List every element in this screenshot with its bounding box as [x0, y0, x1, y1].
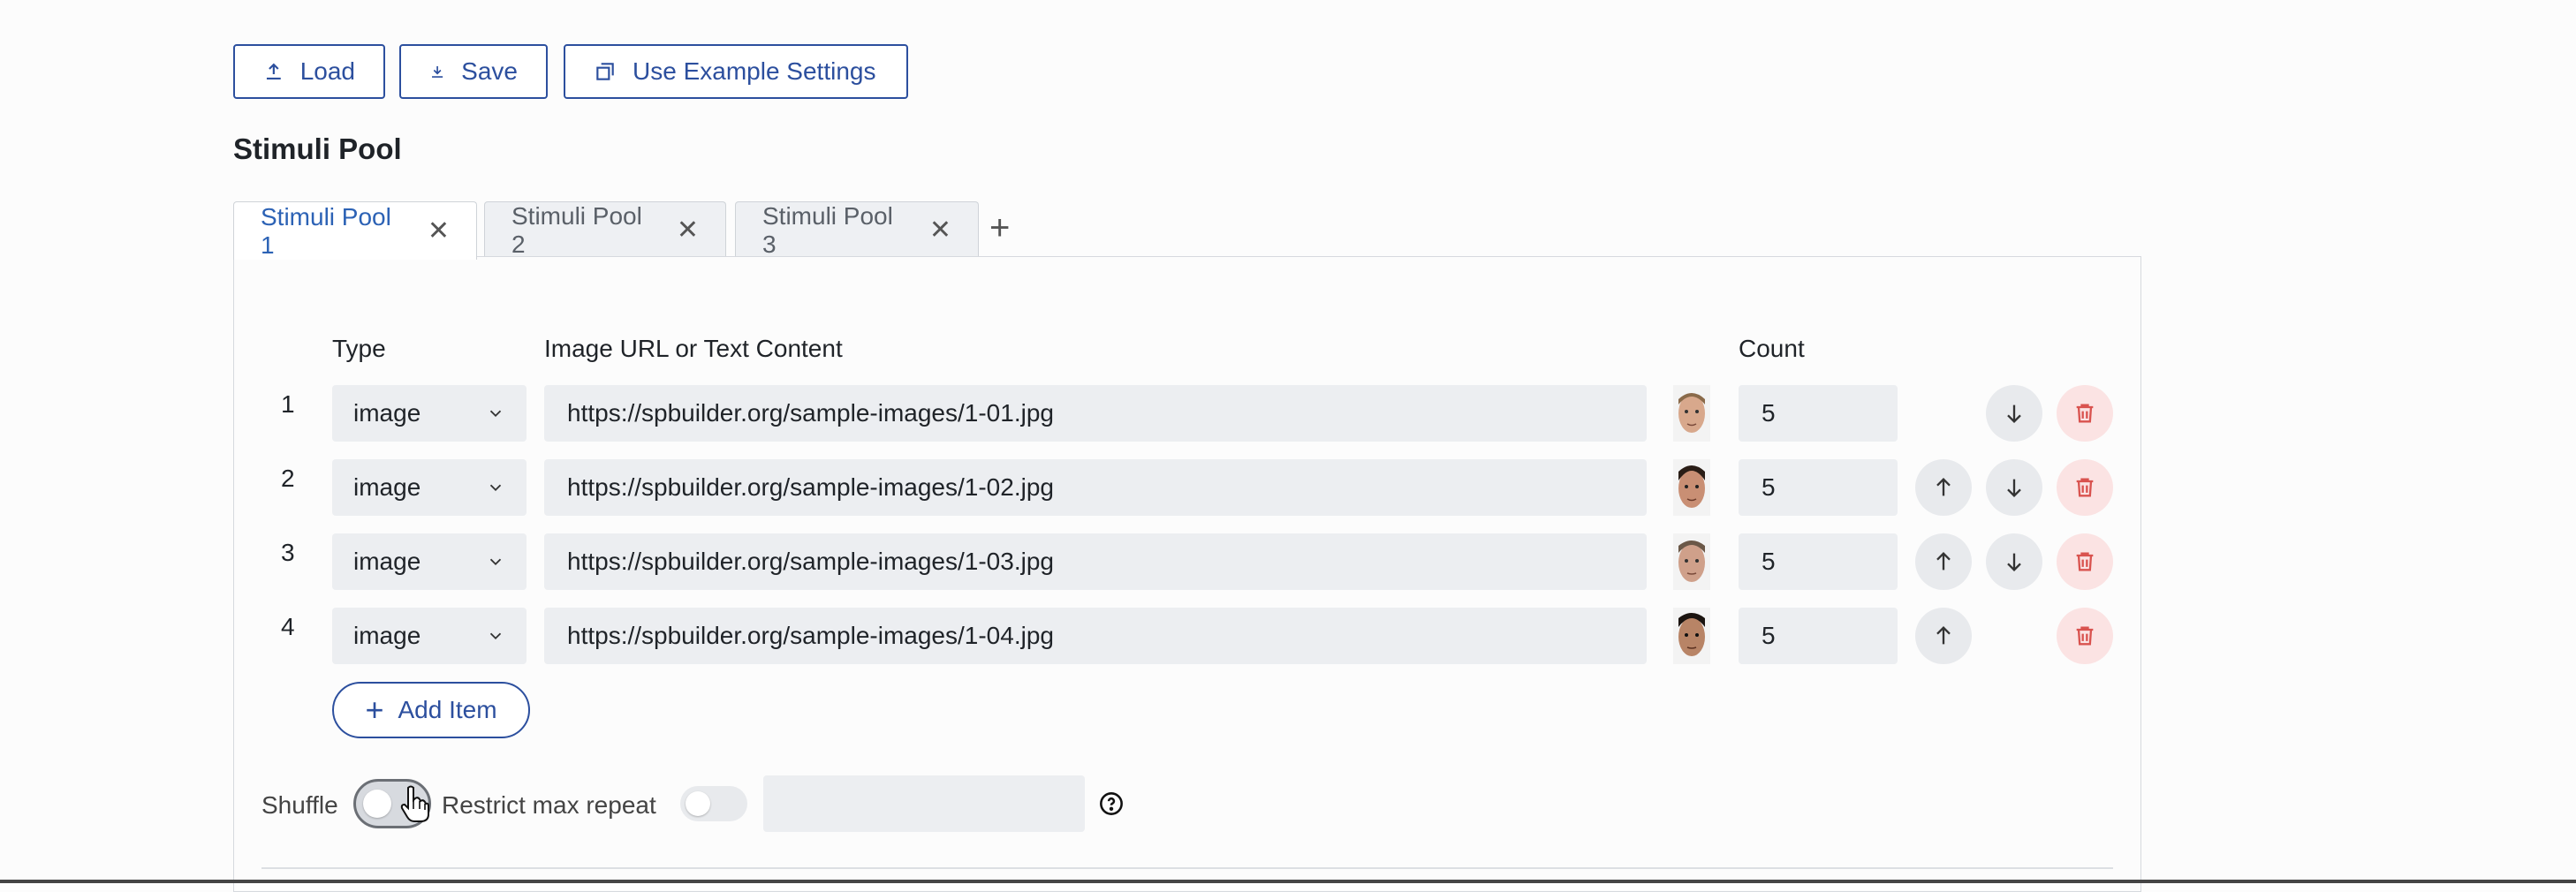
add-tab-icon[interactable]: + [989, 208, 1010, 248]
help-icon[interactable] [1099, 791, 1124, 816]
example-settings-label: Use Example Settings [633, 57, 876, 85]
tab-label: Stimuli Pool 2 [511, 201, 642, 258]
type-select-value: image [353, 399, 421, 427]
restrict-max-repeat-label: Restrict max repeat [442, 791, 656, 819]
chevron-down-icon [489, 410, 502, 418]
delete-button[interactable] [2057, 533, 2113, 590]
toggle-knob [686, 791, 710, 816]
arrow-down-icon [2007, 404, 2021, 423]
count-input[interactable]: 5 [1739, 459, 1898, 516]
arrow-up-icon [1936, 626, 1951, 645]
delete-button[interactable] [2057, 459, 2113, 516]
chevron-down-icon [489, 558, 502, 566]
column-header-content: Image URL or Text Content [544, 335, 843, 362]
close-icon[interactable]: ✕ [428, 215, 450, 246]
row-number: 4 [281, 613, 295, 640]
move-up-button[interactable] [1915, 459, 1972, 516]
chevron-down-icon [489, 632, 502, 640]
count-input[interactable]: 5 [1739, 608, 1898, 664]
row-number: 3 [281, 539, 295, 566]
tab-label: Stimuli Pool 3 [762, 201, 893, 258]
count-value: 5 [1762, 399, 1776, 427]
url-input[interactable]: https://spbuilder.org/sample-images/1-04… [544, 608, 1647, 664]
tab-stimuli-pool-2[interactable]: Stimuli Pool 2 ✕ [484, 201, 726, 258]
save-button[interactable]: Save [399, 44, 548, 99]
column-header-type: Type [332, 335, 386, 362]
move-up-button[interactable] [1915, 608, 1972, 664]
arrow-up-icon [1936, 552, 1951, 571]
copy-icon [596, 63, 614, 80]
shuffle-label: Shuffle [261, 791, 338, 819]
trash-icon [2076, 626, 2094, 646]
trash-icon [2076, 552, 2094, 571]
arrow-down-icon [2007, 553, 2021, 571]
move-up-button[interactable] [1915, 533, 1972, 590]
type-select-value: image [353, 473, 421, 501]
upload-icon [266, 63, 281, 79]
delete-button[interactable] [2057, 385, 2113, 442]
tab-stimuli-pool-1[interactable]: Stimuli Pool 1 ✕ [233, 201, 477, 260]
face-thumbnail [1673, 608, 1710, 664]
move-down-button[interactable] [1986, 533, 2042, 590]
download-icon [432, 65, 443, 78]
row-number: 1 [281, 390, 295, 418]
trash-icon [2076, 404, 2094, 423]
close-icon[interactable]: ✕ [929, 215, 951, 246]
load-label: Load [299, 57, 355, 85]
toggle-knob [363, 790, 391, 818]
url-value: https://spbuilder.org/sample-images/1-01… [567, 399, 1054, 427]
type-select[interactable]: image [332, 608, 527, 664]
type-select[interactable]: image [332, 459, 527, 516]
column-header-count: Count [1739, 335, 1805, 362]
type-select-value: image [353, 548, 421, 575]
count-input[interactable]: 5 [1739, 385, 1898, 442]
save-label: Save [461, 57, 518, 85]
type-select[interactable]: image [332, 533, 527, 590]
use-example-settings-button[interactable]: Use Example Settings [564, 44, 908, 99]
hand-cursor-icon [400, 785, 429, 822]
url-input[interactable]: https://spbuilder.org/sample-images/1-01… [544, 385, 1647, 442]
count-value: 5 [1762, 548, 1776, 575]
add-item-button[interactable]: + Add Item [332, 682, 530, 738]
add-item-label: Add Item [398, 696, 497, 723]
face-thumbnail [1673, 459, 1710, 516]
trash-icon [2076, 478, 2094, 497]
type-select[interactable]: image [332, 385, 527, 442]
face-thumbnail [1673, 385, 1710, 442]
section-title: Stimuli Pool [233, 132, 402, 165]
url-input[interactable]: https://spbuilder.org/sample-images/1-03… [544, 533, 1647, 590]
face-thumbnail [1673, 533, 1710, 590]
plus-icon: + [365, 692, 384, 728]
arrow-down-icon [2007, 479, 2021, 497]
count-value: 5 [1762, 473, 1776, 501]
type-select-value: image [353, 622, 421, 649]
move-down-button[interactable] [1986, 385, 2042, 442]
count-input[interactable]: 5 [1739, 533, 1898, 590]
row-number: 2 [281, 465, 295, 492]
url-value: https://spbuilder.org/sample-images/1-02… [567, 473, 1054, 501]
url-input[interactable]: https://spbuilder.org/sample-images/1-02… [544, 459, 1647, 516]
max-repeat-input[interactable] [763, 775, 1085, 832]
tab-stimuli-pool-3[interactable]: Stimuli Pool 3 ✕ [735, 201, 979, 258]
load-button[interactable]: Load [233, 44, 385, 99]
arrow-up-icon [1936, 478, 1951, 496]
close-icon[interactable]: ✕ [677, 215, 699, 246]
url-value: https://spbuilder.org/sample-images/1-03… [567, 548, 1054, 575]
divider [261, 867, 2113, 869]
restrict-max-repeat-toggle[interactable] [680, 786, 747, 821]
count-value: 5 [1762, 622, 1776, 649]
bottom-border [0, 880, 2576, 883]
delete-button[interactable] [2057, 608, 2113, 664]
url-value: https://spbuilder.org/sample-images/1-04… [567, 622, 1054, 649]
chevron-down-icon [489, 484, 502, 492]
tab-label: Stimuli Pool 1 [261, 202, 391, 259]
move-down-button[interactable] [1986, 459, 2042, 516]
